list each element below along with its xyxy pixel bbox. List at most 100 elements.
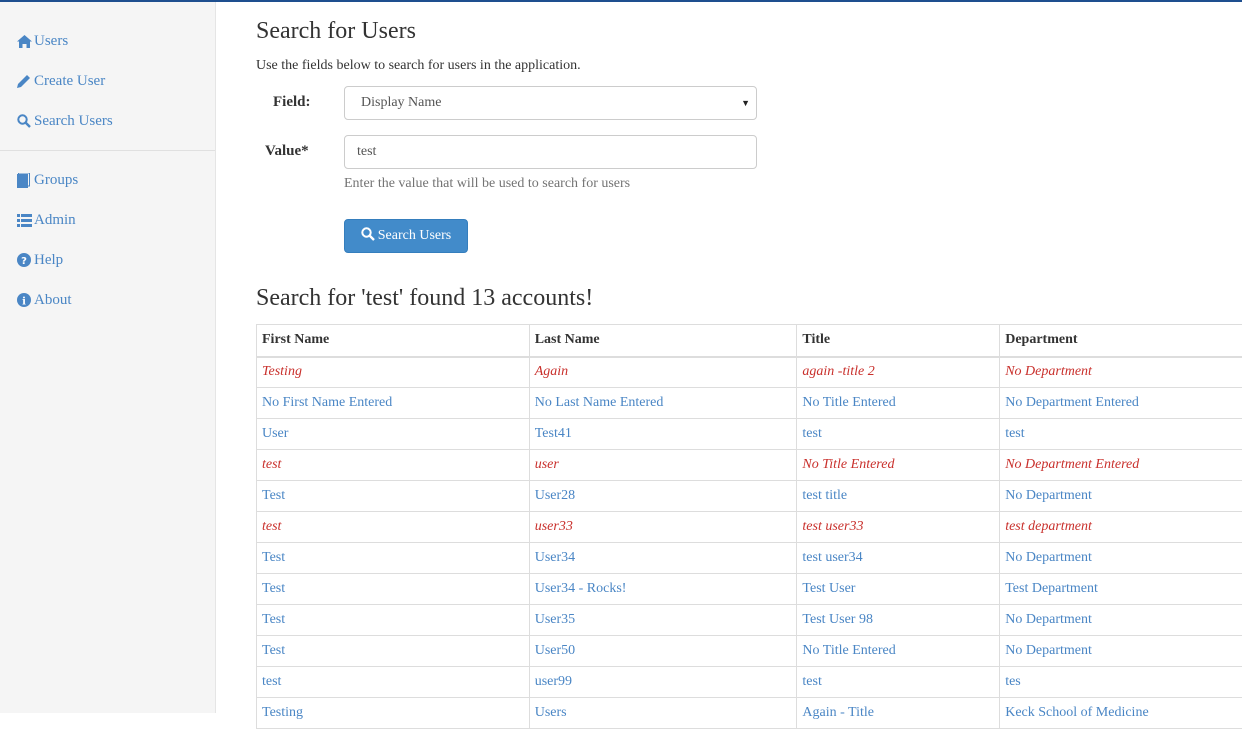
table-row[interactable]: TestUser28test titleNo Department — [257, 481, 1242, 512]
table-row[interactable]: TestUser50No Title EnteredNo Department — [257, 636, 1242, 667]
cell-department[interactable]: Test Department — [1000, 574, 1242, 605]
cell-first-name[interactable]: Test — [257, 574, 530, 605]
cell-title[interactable]: Test User 98 — [797, 605, 1000, 636]
column-header-first-name[interactable]: First Name — [257, 325, 530, 357]
sidebar-item-label: Create User — [34, 73, 105, 90]
info-circle-icon: i — [17, 292, 34, 308]
cell-title[interactable]: No Title Entered — [797, 388, 1000, 419]
cell-title[interactable]: test user33 — [797, 512, 1000, 543]
table-header-row: First Name Last Name Title Department — [257, 325, 1242, 357]
cell-last-name[interactable]: User34 — [529, 543, 797, 574]
cell-last-name[interactable]: User34 - Rocks! — [529, 574, 797, 605]
cell-department[interactable]: No Department — [1000, 543, 1242, 574]
cell-last-name[interactable]: user33 — [529, 512, 797, 543]
sidebar-item-label: Search Users — [34, 113, 113, 130]
page-description: Use the fields below to search for users… — [256, 58, 581, 74]
sidebar-item-label: Admin — [34, 212, 76, 229]
field-label: Field: — [273, 94, 311, 111]
sidebar-item-groups[interactable]: Groups — [17, 170, 78, 190]
field-select-value: Display Name — [361, 95, 441, 111]
cell-department[interactable]: No Department Entered — [1000, 450, 1242, 481]
results-body: TestingAgainagain -title 2No DepartmentN… — [257, 357, 1242, 729]
cell-title[interactable]: No Title Entered — [797, 636, 1000, 667]
cell-last-name[interactable]: user — [529, 450, 797, 481]
sidebar-item-label: Help — [34, 252, 63, 269]
cell-title[interactable]: Test User — [797, 574, 1000, 605]
book-icon — [17, 172, 34, 188]
sidebar-divider — [0, 150, 215, 151]
cell-first-name[interactable]: Testing — [257, 698, 530, 729]
search-users-button[interactable]: Search Users — [344, 219, 468, 253]
cell-title[interactable]: test — [797, 667, 1000, 698]
cell-first-name[interactable]: Test — [257, 543, 530, 574]
cell-department[interactable]: test — [1000, 419, 1242, 450]
cell-first-name[interactable]: test — [257, 512, 530, 543]
value-input[interactable] — [344, 135, 757, 169]
table-row[interactable]: TestUser35Test User 98No Department — [257, 605, 1242, 636]
cell-last-name[interactable]: user99 — [529, 667, 797, 698]
cell-title[interactable]: No Title Entered — [797, 450, 1000, 481]
cell-first-name[interactable]: No First Name Entered — [257, 388, 530, 419]
cell-last-name[interactable]: No Last Name Entered — [529, 388, 797, 419]
table-row[interactable]: No First Name EnteredNo Last Name Entere… — [257, 388, 1242, 419]
cell-first-name[interactable]: Test — [257, 636, 530, 667]
home-icon — [17, 33, 34, 49]
cell-last-name[interactable]: Test41 — [529, 419, 797, 450]
results-title: Search for 'test' found 13 accounts! — [256, 285, 593, 312]
cell-department[interactable]: No Department Entered — [1000, 388, 1242, 419]
cell-first-name[interactable]: Testing — [257, 357, 530, 388]
cell-department[interactable]: Keck School of Medicine — [1000, 698, 1242, 729]
dropdown-caret-icon: ▼ — [741, 98, 750, 108]
sidebar-item-label: About — [34, 292, 72, 309]
cell-department[interactable]: tes — [1000, 667, 1242, 698]
cell-first-name[interactable]: test — [257, 450, 530, 481]
svg-text:?: ? — [21, 256, 27, 267]
cell-title[interactable]: test title — [797, 481, 1000, 512]
cell-title[interactable]: test user34 — [797, 543, 1000, 574]
column-header-department[interactable]: Department — [1000, 325, 1242, 357]
cell-last-name[interactable]: Again — [529, 357, 797, 388]
sidebar-item-help[interactable]: ? Help — [17, 250, 63, 270]
pencil-icon — [17, 73, 34, 89]
cell-title[interactable]: test — [797, 419, 1000, 450]
sidebar-item-admin[interactable]: Admin — [17, 210, 76, 230]
search-icon — [361, 227, 375, 246]
table-row[interactable]: TestUser34test user34No Department — [257, 543, 1242, 574]
cell-last-name[interactable]: User35 — [529, 605, 797, 636]
search-icon — [17, 113, 34, 129]
table-row[interactable]: TestUser34 - Rocks!Test UserTest Departm… — [257, 574, 1242, 605]
cell-department[interactable]: No Department — [1000, 357, 1242, 388]
cell-title[interactable]: Again - Title — [797, 698, 1000, 729]
cell-first-name[interactable]: Test — [257, 605, 530, 636]
cell-department[interactable]: No Department — [1000, 636, 1242, 667]
value-label: Value* — [265, 143, 309, 160]
cell-first-name[interactable]: Test — [257, 481, 530, 512]
field-select[interactable]: Display Name ▼ — [344, 86, 757, 120]
cell-first-name[interactable]: User — [257, 419, 530, 450]
column-header-title[interactable]: Title — [797, 325, 1000, 357]
sidebar-item-search-users[interactable]: Search Users — [17, 111, 113, 131]
cell-title[interactable]: again -title 2 — [797, 357, 1000, 388]
table-row[interactable]: testuserNo Title EnteredNo Department En… — [257, 450, 1242, 481]
table-row[interactable]: UserTest41testtest — [257, 419, 1242, 450]
cell-last-name[interactable]: User28 — [529, 481, 797, 512]
table-row[interactable]: testuser99testtes — [257, 667, 1242, 698]
cell-department[interactable]: No Department — [1000, 481, 1242, 512]
sidebar-item-label: Users — [34, 33, 68, 50]
table-row[interactable]: TestingAgainagain -title 2No Department — [257, 357, 1242, 388]
sidebar-item-create-user[interactable]: Create User — [17, 71, 105, 91]
cell-first-name[interactable]: test — [257, 667, 530, 698]
cell-last-name[interactable]: Users — [529, 698, 797, 729]
results-table: First Name Last Name Title Department Te… — [256, 324, 1242, 729]
list-icon — [17, 212, 34, 228]
column-header-last-name[interactable]: Last Name — [529, 325, 797, 357]
table-row[interactable]: testuser33test user33test department — [257, 512, 1242, 543]
cell-department[interactable]: test department — [1000, 512, 1242, 543]
cell-last-name[interactable]: User50 — [529, 636, 797, 667]
table-row[interactable]: TestingUsersAgain - TitleKeck School of … — [257, 698, 1242, 729]
sidebar-item-users[interactable]: Users — [17, 31, 68, 51]
cell-department[interactable]: No Department — [1000, 605, 1242, 636]
sidebar-item-label: Groups — [34, 172, 78, 189]
sidebar: Users Create User Search Users Groups Ad… — [0, 2, 216, 713]
sidebar-item-about[interactable]: i About — [17, 290, 72, 310]
